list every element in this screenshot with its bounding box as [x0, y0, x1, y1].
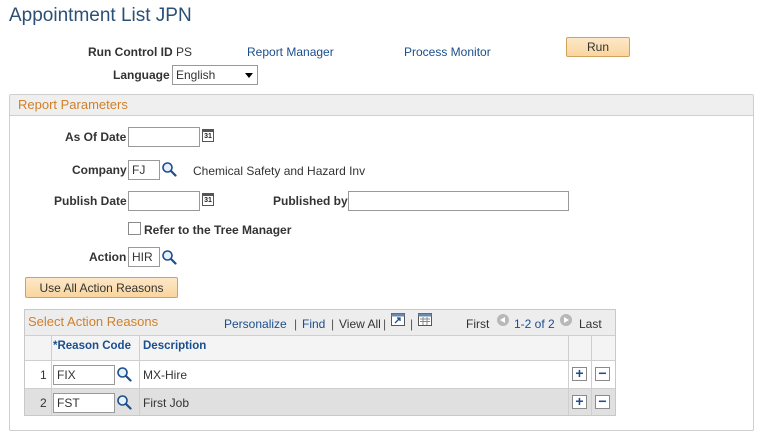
- run-control-value: PS: [176, 45, 193, 59]
- last-label: Last: [579, 317, 602, 331]
- row-number: 1: [40, 368, 47, 382]
- chevron-down-icon: [245, 73, 253, 78]
- language-label: Language: [113, 68, 170, 82]
- find-link[interactable]: Find: [302, 317, 325, 331]
- report-parameters-title: Report Parameters: [18, 97, 128, 112]
- as-of-date-label: As Of Date: [65, 130, 127, 144]
- published-by-input[interactable]: [348, 191, 569, 211]
- run-button[interactable]: Run: [566, 37, 630, 57]
- lookup-icon[interactable]: [116, 366, 132, 382]
- company-label: Company: [72, 163, 127, 177]
- action-input[interactable]: [128, 247, 160, 267]
- company-description: Chemical Safety and Hazard Inv: [193, 164, 366, 178]
- page-title: Appointment List JPN: [9, 5, 192, 26]
- reason-code-input[interactable]: [53, 365, 115, 385]
- personalize-link[interactable]: Personalize: [224, 317, 287, 331]
- row-number: 2: [40, 396, 47, 410]
- col-description[interactable]: Description: [143, 340, 206, 352]
- col-reason-code[interactable]: *Reason Code: [53, 340, 131, 352]
- tree-manager-label: Refer to the Tree Manager: [144, 223, 292, 237]
- delete-row-icon[interactable]: −: [595, 366, 610, 381]
- use-all-action-reasons-button[interactable]: Use All Action Reasons: [25, 277, 178, 298]
- run-control-label: Run Control ID: [88, 45, 173, 59]
- prev-icon: [497, 314, 509, 326]
- download-icon[interactable]: [418, 313, 432, 326]
- lookup-icon[interactable]: [161, 161, 177, 177]
- calendar-icon[interactable]: 31: [202, 193, 214, 206]
- language-select-value: English: [176, 68, 216, 82]
- range-label: 1-2 of 2: [514, 317, 555, 331]
- next-icon: [560, 314, 572, 326]
- action-label: Action: [89, 250, 127, 264]
- lookup-icon[interactable]: [116, 394, 132, 410]
- publish-date-input[interactable]: [128, 191, 200, 211]
- row-description: First Job: [143, 396, 190, 410]
- published-by-label: Published by: [273, 194, 348, 208]
- add-row-icon[interactable]: +: [572, 394, 587, 409]
- delete-row-icon[interactable]: −: [595, 394, 610, 409]
- lookup-icon[interactable]: [161, 249, 177, 265]
- report-manager-link[interactable]: Report Manager: [247, 45, 334, 59]
- publish-date-label: Publish Date: [54, 194, 127, 208]
- add-row-icon[interactable]: +: [572, 366, 587, 381]
- tree-manager-checkbox[interactable]: [128, 222, 141, 235]
- first-label: First: [466, 317, 490, 331]
- process-monitor-link[interactable]: Process Monitor: [404, 45, 491, 59]
- view-all-link[interactable]: View All: [339, 317, 381, 331]
- reason-code-input[interactable]: [53, 393, 115, 413]
- calendar-icon[interactable]: 31: [202, 129, 214, 142]
- zoom-icon[interactable]: [391, 313, 405, 326]
- row-description: MX-Hire: [143, 368, 187, 382]
- grid-title: Select Action Reasons: [28, 314, 159, 329]
- as-of-date-input[interactable]: [128, 127, 200, 147]
- company-input[interactable]: [128, 160, 160, 180]
- language-select[interactable]: English: [172, 65, 258, 85]
